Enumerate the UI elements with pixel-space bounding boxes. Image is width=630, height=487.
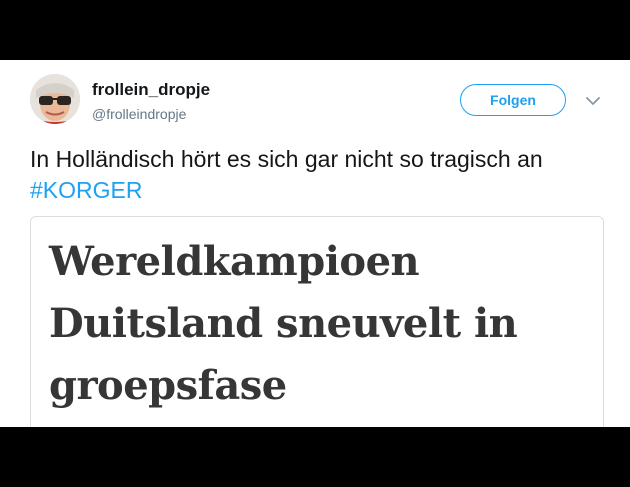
follow-button[interactable]: Folgen xyxy=(460,84,566,116)
avatar[interactable] xyxy=(30,74,80,124)
author-display-name[interactable]: frollein_dropje xyxy=(92,80,210,100)
chevron-down-icon[interactable] xyxy=(586,96,600,106)
media-card[interactable]: Wereldkampioen Duitsland sneuvelt in gro… xyxy=(30,216,604,427)
follow-button-label: Folgen xyxy=(490,92,536,108)
tweet-text: In Holländisch hört es sich gar nicht so… xyxy=(30,144,610,206)
tweet-text-body: In Holländisch hört es sich gar nicht so… xyxy=(30,146,543,172)
avatar-image xyxy=(30,74,80,124)
media-headline: Wereldkampioen Duitsland sneuvelt in gro… xyxy=(49,238,518,409)
hashtag-link[interactable]: #KORGER xyxy=(30,177,142,203)
author-handle[interactable]: @frolleindropje xyxy=(92,106,186,122)
tweet-card: frollein_dropje @frolleindropje Folgen I… xyxy=(0,60,630,427)
